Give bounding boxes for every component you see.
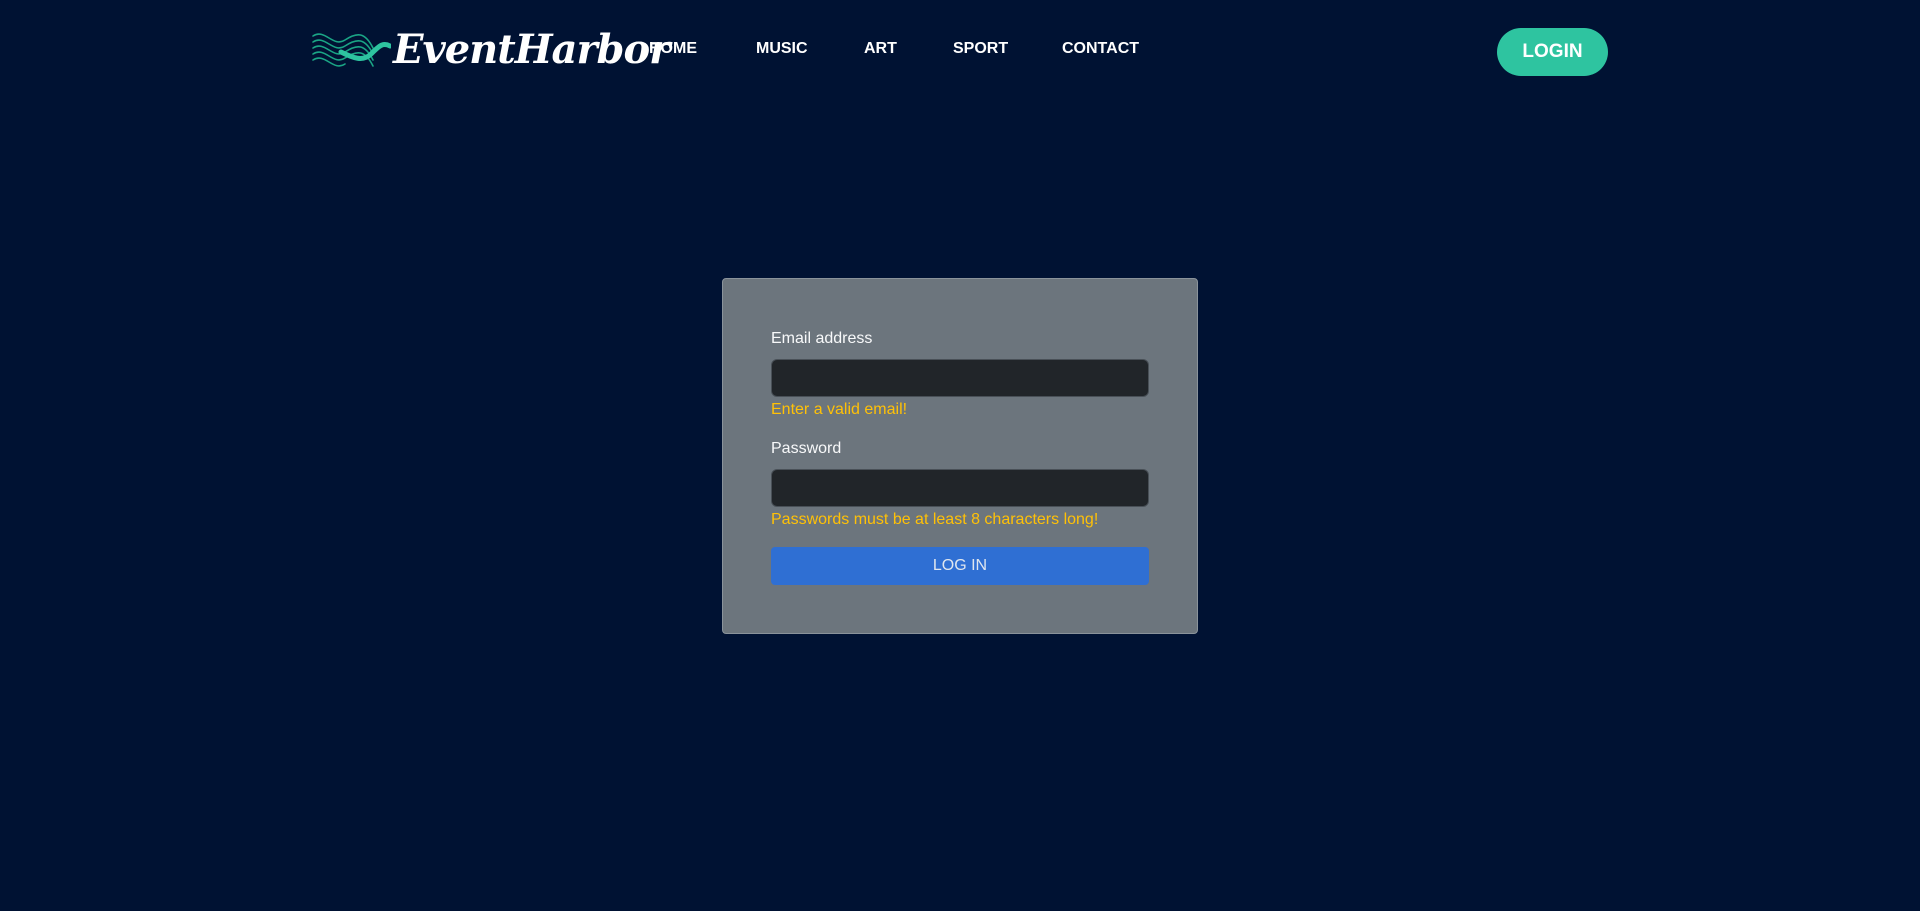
email-error-message: Enter a valid email! bbox=[771, 401, 908, 418]
nav-link-contact[interactable]: CONTACT bbox=[1062, 40, 1139, 58]
brand-name: EventHarbor bbox=[393, 26, 670, 73]
brand-logo-link[interactable]: EventHarbor bbox=[311, 24, 670, 76]
wave-logo-icon bbox=[312, 33, 391, 67]
nav-link-sport[interactable]: SPORT bbox=[953, 40, 1062, 58]
header-login-button[interactable]: LOGIN bbox=[1497, 28, 1608, 76]
navbar: EventHarbor HOME MUSIC ART SPORT CONTACT… bbox=[0, 0, 1920, 104]
nav-link-music[interactable]: MUSIC bbox=[756, 40, 864, 58]
nav-link-home[interactable]: HOME bbox=[649, 40, 756, 58]
login-form-card: Email address Enter a valid email! Passw… bbox=[722, 278, 1198, 634]
email-label: Email address bbox=[771, 330, 873, 347]
password-input[interactable] bbox=[771, 469, 1149, 507]
password-error-message: Passwords must be at least 8 characters … bbox=[771, 511, 1099, 528]
password-label: Password bbox=[771, 440, 842, 457]
main-nav: HOME MUSIC ART SPORT CONTACT bbox=[649, 40, 1139, 58]
nav-link-art[interactable]: ART bbox=[864, 40, 953, 58]
login-submit-button[interactable]: LOG IN bbox=[771, 547, 1149, 585]
email-input[interactable] bbox=[771, 359, 1149, 397]
